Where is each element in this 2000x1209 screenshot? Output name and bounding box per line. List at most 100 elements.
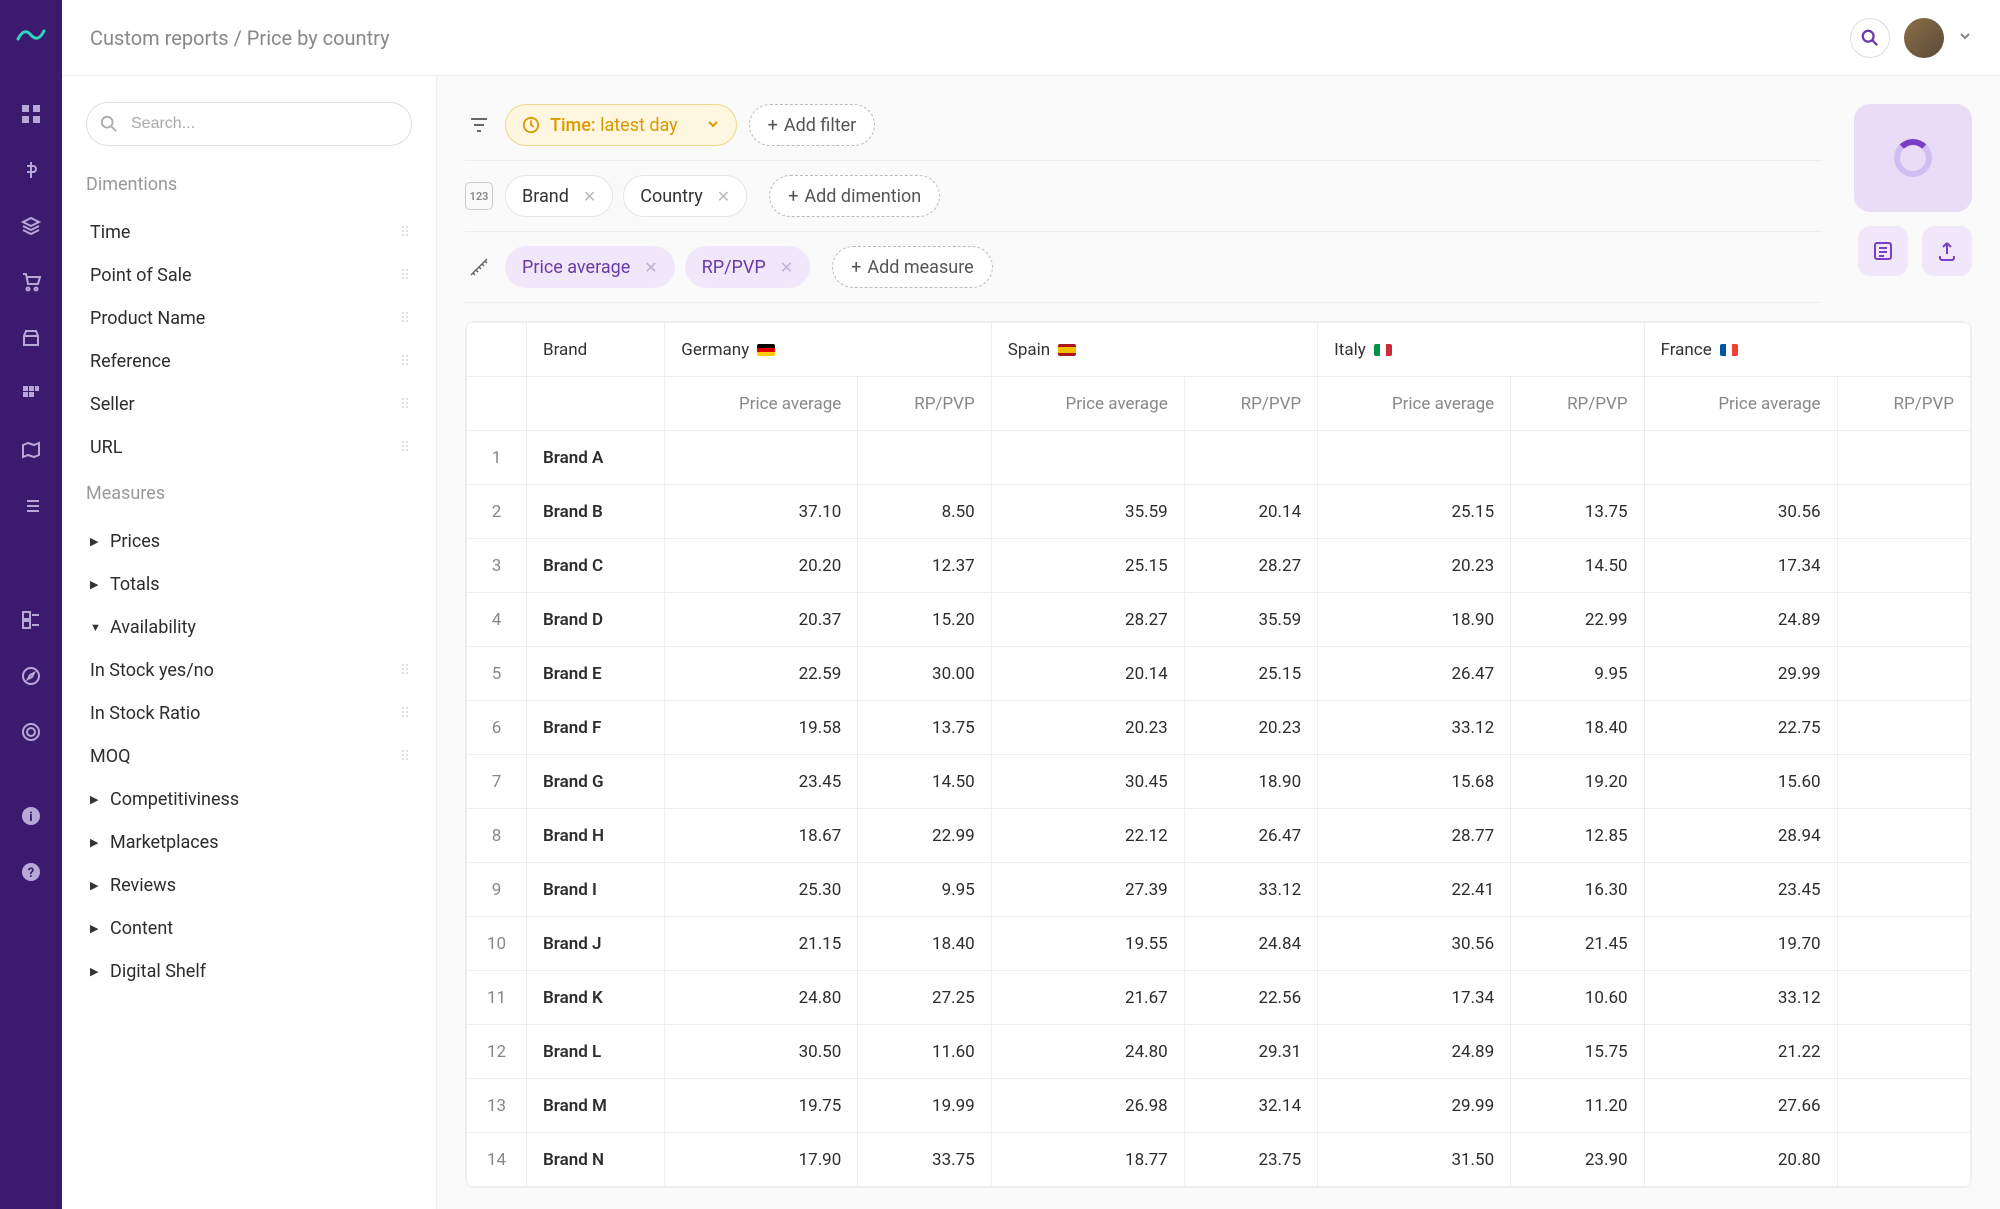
dimension-item[interactable]: URL⠿ [86,426,412,469]
remove-chip-icon[interactable]: ✕ [644,258,657,277]
measure-chip[interactable]: Price average✕ [505,246,675,288]
drag-handle-icon[interactable]: ⠿ [400,311,408,327]
country-column-header[interactable]: Germany [665,323,991,377]
subheader[interactable]: Price average [665,377,858,431]
value-cell: 30.56 [1644,485,1837,539]
value-cell [1837,431,1970,485]
nav-store[interactable] [13,320,49,356]
value-cell [1837,647,1970,701]
subheader[interactable]: RP/PVP [858,377,991,431]
dimension-item[interactable]: Seller⠿ [86,383,412,426]
value-cell: 33.75 [858,1133,991,1187]
value-cell: 21.22 [1644,1025,1837,1079]
value-cell: 19.55 [991,917,1184,971]
nav-checklist[interactable] [13,602,49,638]
breadcrumb-parent[interactable]: Custom reports [90,26,229,50]
value-cell: 14.50 [1511,539,1644,593]
country-column-header[interactable]: France [1644,323,1970,377]
value-cell: 28.77 [1318,809,1511,863]
export-button[interactable] [1922,226,1972,276]
measure-group-reviews[interactable]: ▶Reviews [86,864,412,907]
drag-handle-icon[interactable]: ⠿ [400,225,408,241]
search-icon [100,115,118,133]
value-cell [1837,971,1970,1025]
value-cell: 35.59 [1184,593,1317,647]
value-cell: 23.90 [1511,1133,1644,1187]
measure-group-competitiveness[interactable]: ▶Competitiviness [86,778,412,821]
nav-dashboard[interactable] [13,96,49,132]
value-cell: 23.75 [1184,1133,1317,1187]
measure-item[interactable]: In Stock Ratio⠿ [86,692,412,735]
country-column-header[interactable]: Spain [991,323,1317,377]
measure-group-digital-shelf[interactable]: ▶Digital Shelf [86,950,412,993]
flag-icon [1720,344,1738,356]
dimension-item[interactable]: Time⠿ [86,211,412,254]
row-index: 7 [467,755,527,809]
nav-cart[interactable] [13,264,49,300]
fields-search-input[interactable] [86,102,412,146]
nav-layers[interactable] [13,208,49,244]
nav-compass[interactable] [13,658,49,694]
measure-item[interactable]: In Stock yes/no⠿ [86,649,412,692]
value-cell: 25.30 [665,863,858,917]
value-cell: 27.25 [858,971,991,1025]
value-cell: 13.75 [1511,485,1644,539]
measure-item[interactable]: MOQ⠿ [86,735,412,778]
measure-group-content[interactable]: ▶Content [86,907,412,950]
drag-handle-icon[interactable]: ⠿ [400,354,408,370]
drag-handle-icon[interactable]: ⠿ [400,268,408,284]
subheader[interactable]: RP/PVP [1837,377,1970,431]
remove-chip-icon[interactable]: ✕ [717,187,730,206]
subheader[interactable]: RP/PVP [1184,377,1317,431]
measure-group-availability[interactable]: ▼Availability [86,606,412,649]
notes-button[interactable] [1858,226,1908,276]
user-menu-chevron[interactable] [1958,28,1972,47]
nav-target[interactable] [13,714,49,750]
visualization-type-button[interactable] [1854,104,1972,212]
remove-chip-icon[interactable]: ✕ [583,187,596,206]
user-avatar[interactable] [1904,18,1944,58]
subheader[interactable]: Price average [991,377,1184,431]
brand-column-header[interactable]: Brand [527,323,665,377]
dimension-chip[interactable]: Country✕ [623,175,747,217]
row-index: 3 [467,539,527,593]
dimension-item[interactable]: Product Name⠿ [86,297,412,340]
nav-map[interactable] [13,432,49,468]
add-dimension-button[interactable]: +Add dimention [769,175,940,217]
remove-chip-icon[interactable]: ✕ [780,258,793,277]
drag-handle-icon[interactable]: ⠿ [400,397,408,413]
measure-group-prices[interactable]: ▶Prices [86,520,412,563]
add-measure-button[interactable]: +Add measure [832,246,993,288]
table-row: 2Brand B37.108.5035.5920.1425.1513.7530.… [467,485,1971,539]
drag-handle-icon[interactable]: ⠿ [400,749,408,765]
nav-info[interactable]: i [13,798,49,834]
nav-grid[interactable] [13,376,49,412]
dimension-item[interactable]: Point of Sale⠿ [86,254,412,297]
value-cell: 15.20 [858,593,991,647]
measure-group-marketplaces[interactable]: ▶Marketplaces [86,821,412,864]
brand-cell: Brand E [527,647,665,701]
measure-group-totals[interactable]: ▶Totals [86,563,412,606]
value-cell: 20.20 [665,539,858,593]
drag-handle-icon[interactable]: ⠿ [400,706,408,722]
dimension-item[interactable]: Reference⠿ [86,340,412,383]
subheader[interactable]: Price average [1318,377,1511,431]
measure-chip[interactable]: RP/PVP✕ [685,246,810,288]
brand-cell: Brand M [527,1079,665,1133]
add-filter-button[interactable]: +Add filter [749,104,876,146]
country-column-header[interactable]: Italy [1318,323,1644,377]
subheader[interactable]: RP/PVP [1511,377,1644,431]
nav-pricing[interactable] [13,152,49,188]
table-row: 12Brand L30.5011.6024.8029.3124.8915.752… [467,1025,1971,1079]
nav-help[interactable]: ? [13,854,49,890]
table-row: 14Brand N17.9033.7518.7723.7531.5023.902… [467,1133,1971,1187]
value-cell: 18.77 [991,1133,1184,1187]
dimension-chip[interactable]: Brand✕ [505,175,613,217]
global-search-button[interactable] [1850,18,1890,58]
subheader[interactable]: Price average [1644,377,1837,431]
drag-handle-icon[interactable]: ⠿ [400,440,408,456]
drag-handle-icon[interactable]: ⠿ [400,663,408,679]
value-cell: 26.98 [991,1079,1184,1133]
nav-list[interactable] [13,488,49,524]
time-filter-chip[interactable]: Time: latest day [505,104,737,146]
